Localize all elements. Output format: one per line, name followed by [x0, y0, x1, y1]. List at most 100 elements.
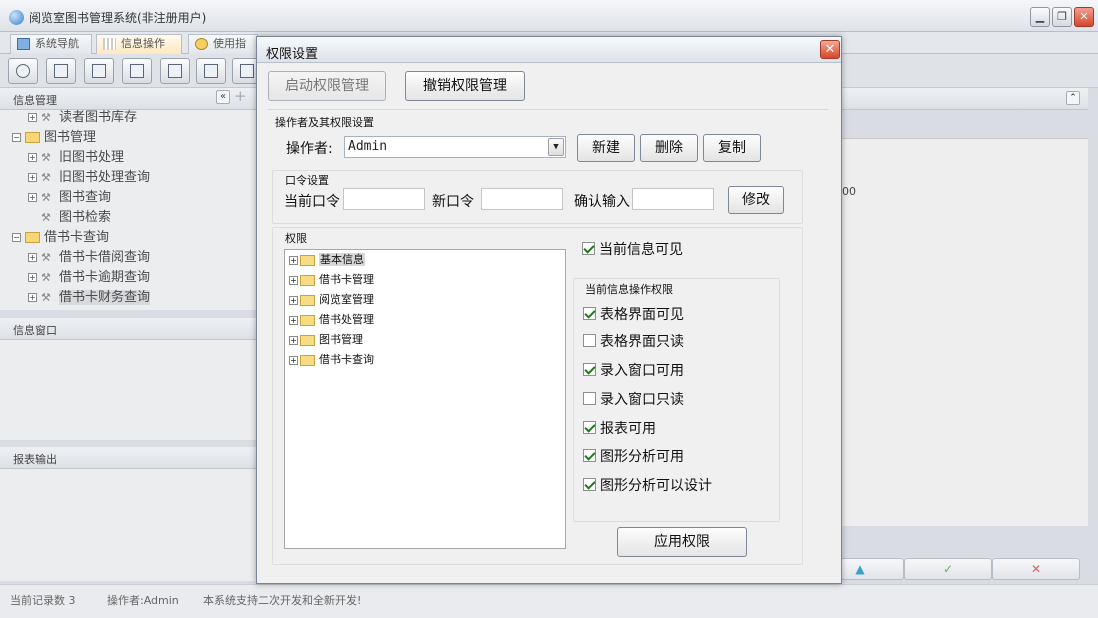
confirm-button[interactable]: ✓	[904, 558, 992, 580]
op-perm-checkbox[interactable]: 表格界面可见	[583, 305, 684, 325]
tool-icon: ⚒	[41, 110, 51, 124]
checkbox-box[interactable]	[583, 363, 596, 376]
apply-permission-button[interactable]: 应用权限	[617, 527, 747, 557]
panel-title: 信息管理	[13, 94, 57, 107]
user-tool-button[interactable]	[122, 58, 152, 84]
tree-item-old-book-process[interactable]: + ⚒ 旧图书处理	[28, 148, 124, 168]
folder-icon	[300, 294, 315, 306]
checkbox-box[interactable]	[583, 449, 596, 462]
perm-tree-item[interactable]: + 借书卡管理	[289, 271, 374, 289]
checkbox-label: 表格界面只读	[600, 334, 684, 350]
expand-icon[interactable]: +	[28, 113, 37, 122]
new-password-input[interactable]	[481, 188, 563, 210]
expand-icon[interactable]: +	[28, 253, 37, 262]
dialog-title-bar: 权限设置 ✕	[257, 37, 841, 63]
list-tool-button[interactable]	[46, 58, 76, 84]
tree-item-book-query[interactable]: + ⚒ 图书查询	[28, 188, 111, 208]
expand-icon[interactable]: +	[28, 273, 37, 282]
cross-icon: ✕	[1030, 562, 1042, 576]
op-perm-checkbox[interactable]: 图形分析可以设计	[583, 476, 712, 496]
checkbox-box[interactable]	[583, 421, 596, 434]
expand-icon[interactable]: +	[289, 315, 298, 325]
op-perm-checkbox[interactable]: 表格界面只读	[583, 332, 684, 352]
perm-tree-item[interactable]: + 图书管理	[289, 331, 363, 349]
checkbox-box[interactable]	[583, 478, 596, 491]
copy-operator-button[interactable]: 复制	[703, 134, 761, 162]
checkbox-label: 表格界面可见	[600, 307, 684, 323]
folder-icon	[25, 232, 40, 243]
expand-icon[interactable]: +	[289, 335, 298, 345]
tab-usage-guide[interactable]: 使用指	[188, 34, 258, 54]
tree-item-card-overdue-query[interactable]: + ⚒ 借书卡逾期查询	[28, 268, 150, 288]
permission-tree[interactable]: + 基本信息 + 借书卡管理 + 阅览室管理 + 借书处管理 + 图书管理 + 借书卡查询	[284, 249, 566, 549]
modify-password-button[interactable]: 修改	[728, 186, 784, 214]
perm-tree-item[interactable]: + 借书处管理	[289, 311, 374, 329]
tab-info-operation[interactable]: 信息操作	[96, 34, 182, 54]
checkbox-box[interactable]	[582, 242, 595, 255]
print-icon	[240, 64, 254, 78]
checkbox-box[interactable]	[583, 392, 596, 405]
window-icon	[168, 64, 182, 78]
info-window-header: 信息窗口	[0, 318, 258, 340]
collapse-icon[interactable]: −	[12, 233, 21, 242]
tab-label: 系统导航	[35, 37, 79, 50]
expand-icon[interactable]: +	[28, 293, 37, 302]
confirm-password-input[interactable]	[632, 188, 714, 210]
current-password-input[interactable]	[343, 188, 425, 210]
tab-system-nav[interactable]: 系统导航	[10, 34, 92, 54]
collapse-up-icon[interactable]: ⌃	[1066, 91, 1080, 105]
add-icon[interactable]: +	[234, 89, 247, 104]
tree-item-card-borrow-query[interactable]: + ⚒ 借书卡借阅查询	[28, 248, 150, 268]
operator-status: 操作者:Admin	[107, 594, 179, 607]
perm-tree-item[interactable]: + 阅览室管理	[289, 291, 374, 309]
delete-operator-button[interactable]: 删除	[640, 134, 698, 162]
collapse-icon[interactable]: −	[12, 133, 21, 142]
operator-select[interactable]: Admin ▼	[344, 136, 566, 158]
data-grid[interactable]: 00	[842, 138, 1088, 526]
tool-icon: ⚒	[41, 210, 51, 224]
app-logo-icon	[9, 10, 24, 25]
tree-item-label: 借书卡查询	[44, 230, 110, 245]
perm-tree-item[interactable]: + 基本信息	[289, 251, 365, 269]
perm-tree-item[interactable]: + 借书卡查询	[289, 351, 374, 369]
tree-item-old-book-query[interactable]: + ⚒ 旧图书处理查询	[28, 168, 150, 188]
expand-icon[interactable]: +	[28, 173, 37, 182]
expand-icon[interactable]: +	[289, 275, 298, 285]
tree-item-card-query[interactable]: − 借书卡查询	[12, 228, 109, 248]
op-perm-checkbox[interactable]: 录入窗口可用	[583, 361, 684, 381]
tool-icon: ⚒	[41, 170, 51, 184]
checkbox-box[interactable]	[583, 307, 596, 320]
export-tool-button[interactable]	[196, 58, 226, 84]
window-tool-button[interactable]	[160, 58, 190, 84]
tree-item-book-mgmt[interactable]: − 图书管理	[12, 128, 96, 148]
tree-item-card-finance-query[interactable]: + ⚒ 借书卡财务查询	[28, 288, 151, 308]
op-perm-checkbox[interactable]: 图形分析可用	[583, 447, 684, 467]
expand-icon[interactable]: +	[289, 355, 298, 365]
current-info-visible-checkbox[interactable]: 当前信息可见	[582, 240, 683, 260]
expand-icon[interactable]: +	[289, 295, 298, 305]
op-perm-checkbox[interactable]: 报表可用	[583, 419, 656, 439]
collapse-left-icon[interactable]: «	[216, 90, 230, 104]
checkbox-box[interactable]	[583, 334, 596, 347]
tree-item-label: 旧图书处理	[59, 150, 125, 165]
expand-icon[interactable]: +	[28, 153, 37, 162]
new-operator-button[interactable]: 新建	[577, 134, 635, 162]
minimize-button[interactable]: ▁	[1030, 7, 1050, 27]
tree-item-book-search[interactable]: ⚒ 图书检索	[41, 208, 111, 228]
expand-icon[interactable]: +	[28, 193, 37, 202]
document-tool-button[interactable]	[84, 58, 114, 84]
list-icon	[54, 64, 68, 78]
permission-dialog: 权限设置 ✕ 启动权限管理 撤销权限管理 操作者及其权限设置 操作者: Admi…	[256, 36, 842, 584]
info-window-body	[0, 340, 258, 440]
window-close-button[interactable]: ✕	[1074, 7, 1094, 27]
dialog-close-button[interactable]: ✕	[820, 40, 840, 59]
op-perm-checkbox[interactable]: 录入窗口只读	[583, 390, 684, 410]
expand-icon[interactable]: +	[289, 255, 298, 265]
enable-permission-button[interactable]: 启动权限管理	[268, 71, 386, 101]
cancel-button[interactable]: ✕	[992, 558, 1080, 580]
restore-button[interactable]: ❐	[1052, 7, 1072, 27]
revoke-permission-button[interactable]: 撤销权限管理	[405, 71, 525, 101]
tree-item-reader-stock[interactable]: + ⚒ 读者图书库存	[28, 108, 137, 128]
chevron-down-icon[interactable]: ▼	[548, 138, 564, 156]
search-tool-button[interactable]	[8, 58, 38, 84]
